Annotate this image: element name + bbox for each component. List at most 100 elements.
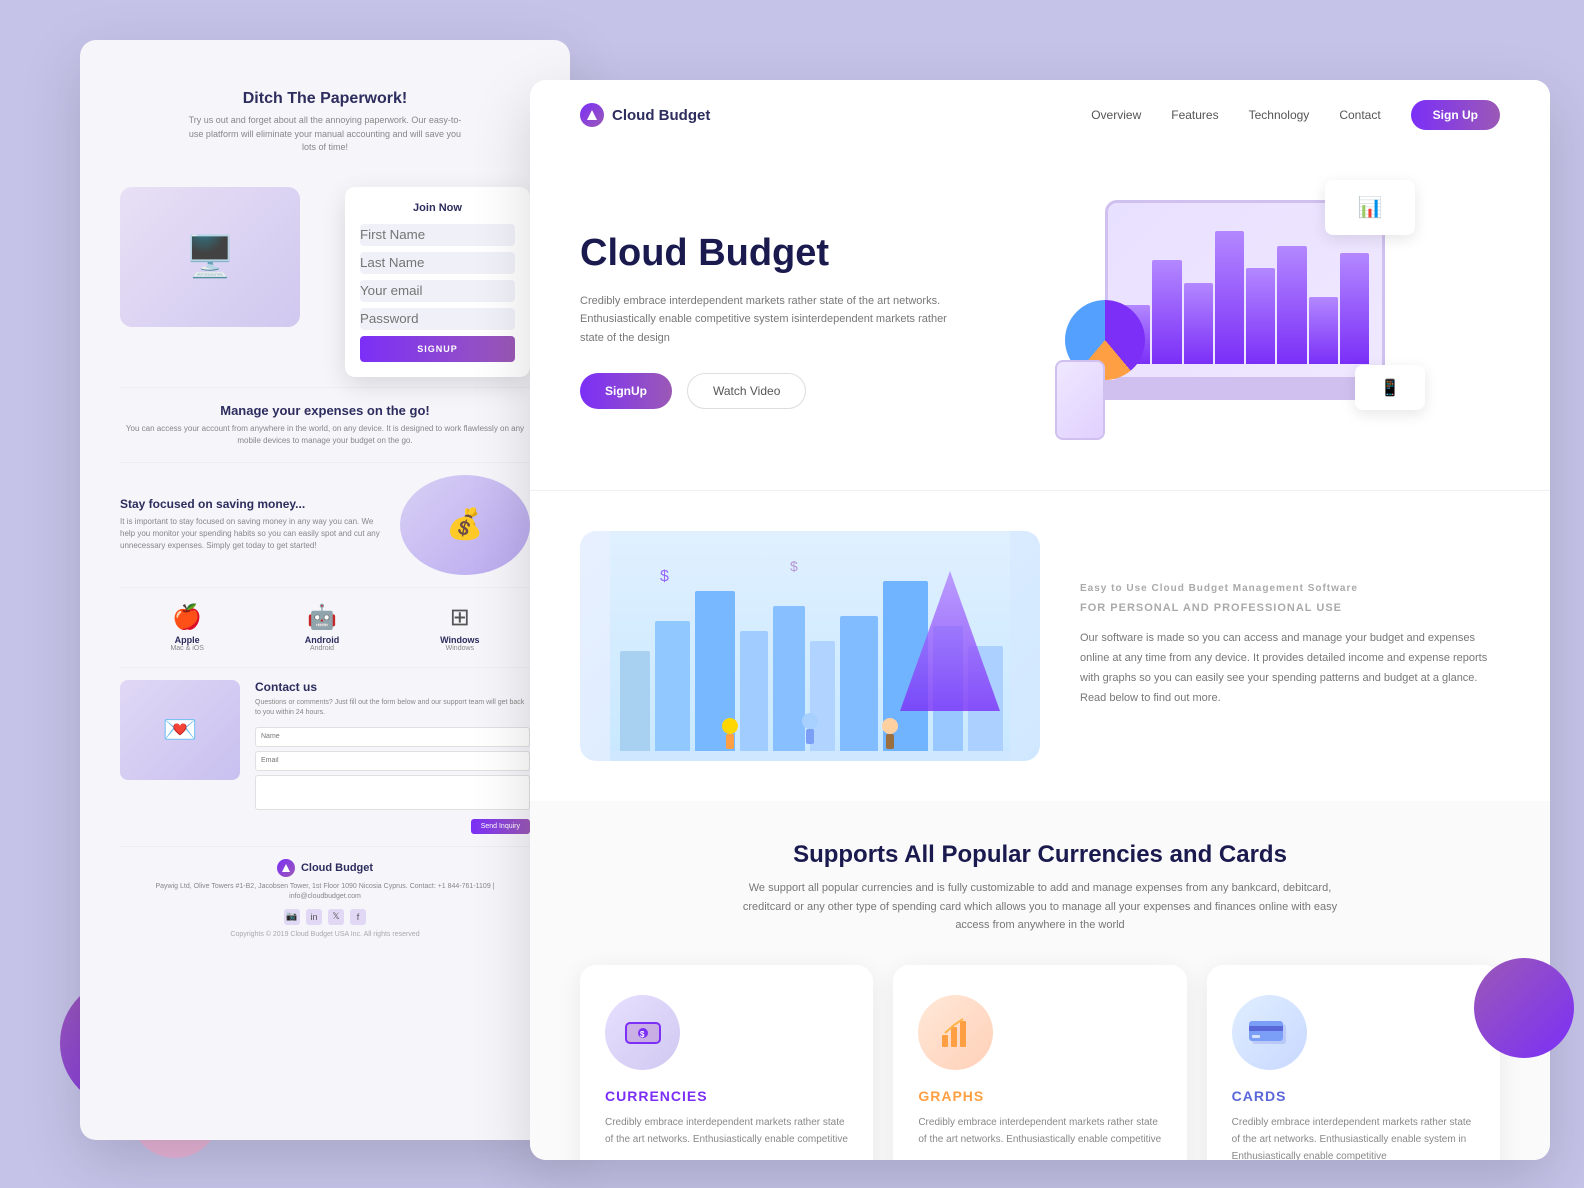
hero-text: Cloud Budget Credibly embrace interdepen… — [580, 231, 960, 409]
features-desc: Our software is made so you can access a… — [1080, 629, 1500, 708]
chart-bar-8 — [1340, 253, 1369, 364]
windows-sub: Windows — [440, 645, 479, 652]
focused-title: Stay focused on saving money... — [120, 497, 385, 511]
features-subtitle: FOR PERSONAL AND PROFESSIONAL USE — [1080, 602, 1500, 614]
chart-bar-5 — [1246, 268, 1275, 364]
android-icon: 🤖 — [305, 603, 340, 632]
nav-links: Overview Features Technology Contact Sig… — [1091, 100, 1500, 130]
currencies-header: Supports All Popular Currencies and Card… — [580, 841, 1500, 935]
focused-illustration: 💰 — [400, 475, 530, 575]
facebook-icon[interactable]: f — [350, 909, 366, 925]
instagram-icon[interactable]: 📷 — [284, 909, 300, 925]
graphs-card: GRAPHS Credibly embrace interdependent m… — [893, 965, 1186, 1160]
svg-text:$: $ — [790, 558, 798, 574]
contact-name-input[interactable] — [255, 727, 530, 747]
manage-title: Manage your expenses on the go! — [120, 403, 530, 418]
currencies-card-title: CURRENCIES — [605, 1088, 848, 1104]
svg-text:$: $ — [640, 1030, 645, 1039]
currencies-card: $ CURRENCIES Credibly embrace interdepen… — [580, 965, 873, 1160]
manage-sub: You can access your account from anywher… — [120, 423, 530, 447]
left-footer: Cloud Budget Paywig Ltd, Olive Towers #1… — [120, 846, 530, 938]
nav-signup-button[interactable]: Sign Up — [1411, 100, 1500, 130]
currencies-card-desc: Credibly embrace interdependent markets … — [605, 1114, 848, 1148]
windows-name: Windows — [440, 635, 479, 645]
left-panel: Ditch The Paperwork! Try us out and forg… — [80, 40, 570, 1140]
nav-overview[interactable]: Overview — [1091, 108, 1141, 122]
nav-brand-name: Cloud Budget — [612, 107, 710, 124]
graphs-icon — [938, 1015, 974, 1051]
apple-name: Apple — [170, 635, 203, 645]
features-tag: Easy to Use Cloud Budget Management Soft… — [1080, 583, 1500, 594]
social-links: 📷 in 𝕏 f — [120, 909, 530, 925]
contact-message-input[interactable] — [255, 775, 530, 810]
contact-illustration: 💌 — [120, 680, 240, 780]
footer-logo — [277, 859, 295, 877]
nav-features[interactable]: Features — [1171, 108, 1218, 122]
chart-bar-6 — [1277, 246, 1306, 364]
right-panel: Cloud Budget Overview Features Technolog… — [530, 80, 1550, 1160]
features-text: Easy to Use Cloud Budget Management Soft… — [1080, 583, 1500, 708]
platforms-section: 🍎 Apple Mac & iOS 🤖 Android Android ⊞ Wi… — [120, 587, 530, 668]
focused-section: Stay focused on saving money... It is im… — [120, 462, 530, 587]
hero-signup-button[interactable]: SignUp — [580, 373, 672, 409]
left-hero-illustration — [120, 187, 300, 327]
features-section: $ $ Easy to Use Cloud Budget Management … — [530, 491, 1550, 801]
signup-button[interactable]: SIGNUP — [360, 336, 515, 362]
currencies-icon-wrap: $ — [605, 995, 680, 1070]
contact-title: Contact us — [255, 680, 530, 694]
city-svg: $ $ — [580, 531, 1040, 761]
platform-apple: 🍎 Apple Mac & iOS — [170, 603, 203, 652]
hero-title: Cloud Budget — [580, 231, 960, 277]
join-card-title: Join Now — [360, 202, 515, 214]
left-hero-sub: Try us out and forget about all the anno… — [185, 114, 465, 155]
manage-section: Manage your expenses on the go! You can … — [120, 387, 530, 462]
svg-text:$: $ — [660, 568, 669, 585]
hero-section: Cloud Budget Credibly embrace interdepen… — [530, 150, 1550, 490]
nav-brand: Cloud Budget — [580, 103, 710, 127]
cards-card-desc: Credibly embrace interdependent markets … — [1232, 1114, 1475, 1160]
firstname-field[interactable] — [360, 224, 515, 246]
hero-buttons: SignUp Watch Video — [580, 373, 960, 409]
phone-illustration — [1055, 360, 1105, 440]
nav-contact[interactable]: Contact — [1339, 108, 1380, 122]
android-name: Android — [305, 635, 340, 645]
cards-card-title: CARDS — [1232, 1088, 1475, 1104]
join-card: Join Now SIGNUP — [345, 187, 530, 377]
currencies-section: Supports All Popular Currencies and Card… — [530, 801, 1550, 1160]
footer-copyright: Copyrights © 2019 Cloud Budget USA Inc. … — [120, 931, 530, 938]
feature-cards-grid: $ CURRENCIES Credibly embrace interdepen… — [580, 965, 1500, 1160]
contact-email-input[interactable] — [255, 751, 530, 771]
footer-address: Paywig Ltd, Olive Towers #1-B2, Jacobsen… — [120, 882, 530, 903]
windows-icon: ⊞ — [440, 603, 479, 632]
password-field[interactable] — [360, 308, 515, 330]
navigation: Cloud Budget Overview Features Technolog… — [530, 80, 1550, 150]
left-hero: Ditch The Paperwork! Try us out and forg… — [120, 70, 530, 177]
features-illustration: $ $ — [580, 531, 1040, 761]
email-field[interactable] — [360, 280, 515, 302]
chart-bar-2 — [1152, 260, 1181, 364]
apple-sub: Mac & iOS — [170, 645, 203, 652]
chart-bar-7 — [1309, 297, 1338, 364]
android-sub: Android — [305, 645, 340, 652]
focused-text: Stay focused on saving money... It is im… — [120, 497, 385, 552]
platform-windows: ⊞ Windows Windows — [440, 603, 479, 652]
platform-android: 🤖 Android Android — [305, 603, 340, 652]
chart-bar-3 — [1184, 283, 1213, 364]
linkedin-icon[interactable]: in — [306, 909, 322, 925]
focused-sub: It is important to stay focused on savin… — [120, 516, 385, 552]
hero-watch-video-button[interactable]: Watch Video — [687, 373, 806, 409]
graphs-icon-wrap — [918, 995, 993, 1070]
graphs-card-desc: Credibly embrace interdependent markets … — [918, 1114, 1161, 1148]
currencies-desc: We support all popular currencies and is… — [740, 879, 1340, 935]
chart-bar-4 — [1215, 231, 1244, 364]
left-hero-title: Ditch The Paperwork! — [120, 90, 530, 108]
laptop-illustration: 📊 📱 — [1055, 180, 1435, 460]
floating-card-2: 📱 — [1355, 365, 1425, 410]
lastname-field[interactable] — [360, 252, 515, 274]
hero-illustration: 📊 📱 — [990, 180, 1500, 460]
hero-desc: Credibly embrace interdependent markets … — [580, 292, 960, 348]
twitter-icon[interactable]: 𝕏 — [328, 909, 344, 925]
send-inquiry-button[interactable]: Send Inquiry — [471, 819, 530, 834]
nav-technology[interactable]: Technology — [1249, 108, 1310, 122]
contact-form: Contact us Questions or comments? Just f… — [255, 680, 530, 834]
